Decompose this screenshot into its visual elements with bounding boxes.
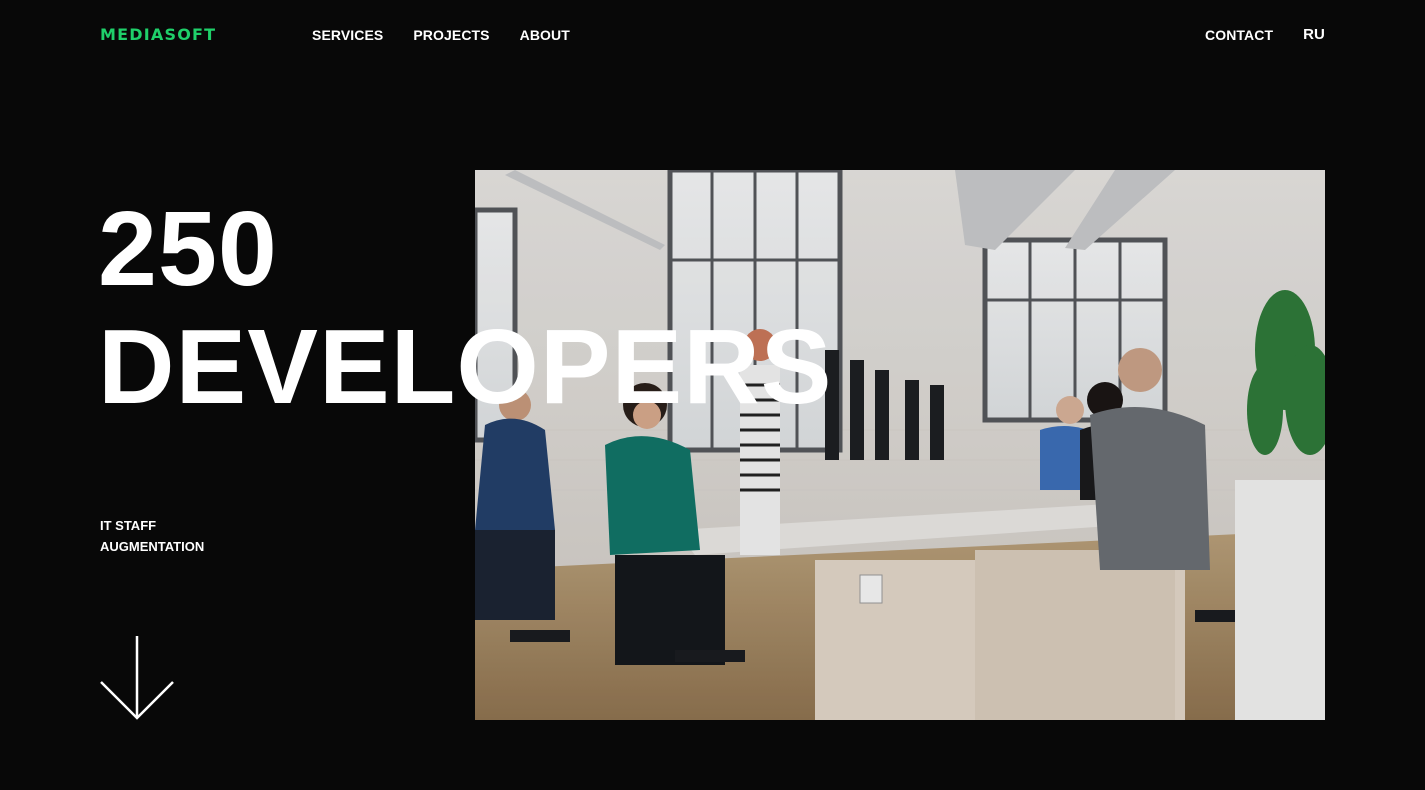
subtitle-line-2: AUGMENTATION xyxy=(100,539,205,554)
nav-about-link[interactable]: ABOUT xyxy=(520,26,570,44)
header-right: CONTACT RU xyxy=(1205,26,1325,44)
main-nav: SERVICES PROJECTS ABOUT xyxy=(312,26,570,44)
headline-number: 250 xyxy=(98,190,278,308)
nav-projects-link[interactable]: PROJECTS xyxy=(413,26,489,44)
language-switch[interactable]: RU xyxy=(1303,26,1325,44)
page: MEDIASOFT SERVICES PROJECTS ABOUT CONTAC… xyxy=(0,0,1425,790)
hero-headline: 250 DEVELOPERS xyxy=(98,190,833,426)
subtitle-line-1: IT STAFF xyxy=(100,518,157,533)
logo-link[interactable]: MEDIASOFT xyxy=(100,25,216,45)
nav-services-link[interactable]: SERVICES xyxy=(312,26,383,44)
contact-link[interactable]: CONTACT xyxy=(1205,26,1273,44)
arrow-down-icon[interactable] xyxy=(100,636,174,722)
hero-subtitle: IT STAFF AUGMENTATION xyxy=(100,515,204,557)
headline-word: DEVELOPERS xyxy=(98,308,833,426)
